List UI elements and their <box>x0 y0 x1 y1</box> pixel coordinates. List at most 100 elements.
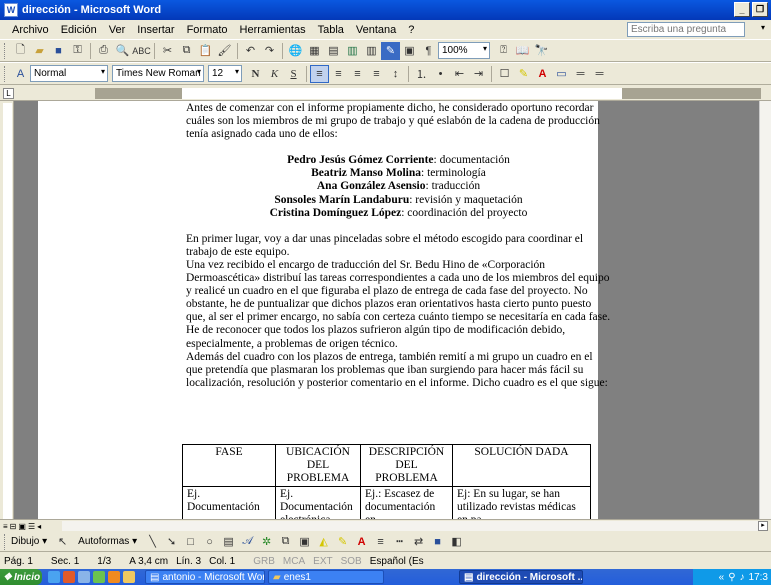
columns-icon[interactable]: ▥ <box>362 42 381 60</box>
vertical-ruler[interactable] <box>0 101 14 519</box>
word-app-icon[interactable]: W <box>4 3 18 17</box>
status-ext[interactable]: EXT <box>313 556 332 567</box>
increase-indent-icon[interactable]: ⇥ <box>469 65 488 83</box>
problems-table[interactable]: FASE UBICACIÓN DEL PROBLEMA DESCRIPCIÓN … <box>182 444 591 519</box>
arrow-tool-icon[interactable]: ➘ <box>162 533 181 551</box>
3d-icon[interactable]: ◧ <box>447 533 466 551</box>
justify-icon[interactable]: ≡ <box>367 65 386 83</box>
restore-button[interactable]: ❐ <box>752 2 768 17</box>
style-select[interactable]: Normal ▾ <box>30 65 108 82</box>
network-icon[interactable]: ⚲ <box>728 572 735 583</box>
read-icon[interactable]: 📖 <box>513 42 532 60</box>
find-icon[interactable]: 🔭 <box>532 42 551 60</box>
clock[interactable]: 17:3 <box>749 572 768 583</box>
volume-icon[interactable]: ♪ <box>740 572 745 583</box>
double-line-icon[interactable]: ═ <box>571 65 590 83</box>
web-view-icon[interactable]: ⊟ <box>10 522 17 531</box>
draw-font-color-icon[interactable]: A <box>352 533 371 551</box>
minimize-button[interactable]: _ <box>734 2 750 17</box>
member-line[interactable]: Cristina Domínguez López: coordinación d… <box>186 207 611 220</box>
problems-paragraph[interactable]: Además del cuadro con los plazos de entr… <box>186 351 611 390</box>
decrease-indent-icon[interactable]: ⇤ <box>450 65 469 83</box>
method-paragraph[interactable]: En primer lugar, voy a dar unas pincelad… <box>186 233 611 259</box>
align-left-icon[interactable]: ≡ <box>310 64 329 83</box>
menu-tabla[interactable]: Tabla <box>312 24 350 36</box>
bullets-icon[interactable]: • <box>431 65 450 83</box>
task-antonio-word[interactable]: ▤ antonio - Microsoft Word <box>145 570 265 584</box>
redo-icon[interactable]: ↷ <box>260 42 279 60</box>
line-tool-icon[interactable]: ╲ <box>143 533 162 551</box>
line-spacing-icon[interactable]: ↕ <box>386 65 405 83</box>
scroll-right-icon[interactable]: ▸ <box>758 521 768 531</box>
diagram-icon[interactable]: ✲ <box>257 533 276 551</box>
rectangle-tool-icon[interactable]: □ <box>181 533 200 551</box>
italic-button[interactable]: K <box>265 65 284 83</box>
table-header[interactable]: SOLUCIÓN DADA <box>452 444 591 487</box>
picture-icon[interactable]: ▣ <box>295 533 314 551</box>
font-size-select[interactable]: 12 ▾ <box>208 65 242 82</box>
document-page[interactable]: Antes de comenzar con el informe propiam… <box>38 101 610 519</box>
document-area[interactable]: Antes de comenzar con el informe propiam… <box>14 101 759 519</box>
help-icon[interactable]: ⍰ <box>494 42 513 60</box>
style-dropdown-icon[interactable]: ▾ <box>101 67 105 76</box>
show-hide-icon[interactable]: ¶ <box>419 42 438 60</box>
task-direccion-word[interactable]: ▤ dirección - Microsoft ... <box>459 570 583 584</box>
ask-question-dropdown-icon[interactable]: ▾ <box>761 23 765 32</box>
paste-icon[interactable]: 📋 <box>196 42 215 60</box>
open-folder-icon[interactable]: ▰ <box>30 42 49 60</box>
format-painter-icon[interactable]: 🖌 <box>215 42 234 60</box>
menu-ventana[interactable]: Ventana <box>350 24 402 36</box>
tables-borders-icon[interactable]: ▦ <box>305 42 324 60</box>
document-text[interactable]: Antes de comenzar con el informe propiam… <box>186 101 611 390</box>
document-map-icon[interactable]: ▣ <box>400 42 419 60</box>
scroll-left-icon[interactable]: ◂ <box>37 522 41 531</box>
media-icon[interactable] <box>63 571 75 583</box>
menu-edicion[interactable]: Edición <box>55 24 103 36</box>
textbox-icon[interactable]: ▤ <box>219 533 238 551</box>
horizontal-scrollbar[interactable] <box>62 521 759 531</box>
ie-icon[interactable] <box>48 571 60 583</box>
status-language[interactable]: Español (Es <box>370 556 424 567</box>
drawing-icon[interactable]: ✎ <box>381 41 400 60</box>
cut-icon[interactable]: ✂ <box>158 42 177 60</box>
underline-button[interactable]: S <box>284 65 303 83</box>
shadow-icon[interactable]: ■ <box>428 533 447 551</box>
outline-view-icon[interactable]: ☰ <box>28 522 35 531</box>
table-row[interactable]: Ej. Documentación Ej. Documentación elec… <box>182 486 591 519</box>
line-style-icon[interactable]: ≡ <box>371 533 390 551</box>
status-ovr[interactable]: SOB <box>341 556 362 567</box>
zoom-dropdown-icon[interactable]: ▾ <box>483 44 487 53</box>
menu-insertar[interactable]: Insertar <box>131 24 180 36</box>
autoshapes-menu[interactable]: Autoformas ▾ <box>78 536 137 547</box>
draw-menu[interactable]: Dibujo ▾ <box>11 536 47 547</box>
tray-expand-icon[interactable]: « <box>719 572 725 583</box>
menu-herramientas[interactable]: Herramientas <box>234 24 312 36</box>
dash-style-icon[interactable]: ┅ <box>390 533 409 551</box>
fill-color-icon[interactable]: ◭ <box>314 533 333 551</box>
clipart-icon[interactable]: ⧉ <box>276 533 295 551</box>
table-header[interactable]: DESCRIPCIÓN DEL PROBLEMA <box>360 444 453 487</box>
vertical-scrollbar[interactable] <box>759 101 771 519</box>
horizontal-ruler[interactable]: L <box>0 86 771 101</box>
task-enes1[interactable]: ▰ enes1 <box>268 570 384 584</box>
member-line[interactable]: Sonsoles Marín Landaburu: revisión y maq… <box>186 194 611 207</box>
member-line[interactable]: Beatriz Manso Molina: terminología <box>186 167 611 180</box>
status-rec[interactable]: GRB <box>253 556 275 567</box>
highlight-icon[interactable]: ✎ <box>514 65 533 83</box>
menu-ver[interactable]: Ver <box>103 24 132 36</box>
size-dropdown-icon[interactable]: ▾ <box>235 67 239 76</box>
hyperlink-icon[interactable]: 🌐 <box>286 42 305 60</box>
oval-tool-icon[interactable]: ○ <box>200 533 219 551</box>
save-icon[interactable]: ■ <box>49 42 68 60</box>
table-header[interactable]: UBICACIÓN DEL PROBLEMA <box>275 444 361 487</box>
font-select[interactable]: Times New Roman ▾ <box>112 65 204 82</box>
font-color-icon[interactable]: A <box>533 65 552 83</box>
menu-help[interactable]: ? <box>402 24 420 36</box>
firefox-icon[interactable] <box>108 571 120 583</box>
permission-icon[interactable]: ⚿ <box>68 42 87 60</box>
table-cell[interactable]: Ej. Documentación <box>182 486 276 519</box>
numbering-icon[interactable]: ⒈ <box>412 65 431 83</box>
undo-icon[interactable]: ↶ <box>241 42 260 60</box>
ask-question-box[interactable]: Escriba una pregunta <box>627 22 745 37</box>
print-layout-icon[interactable]: ▣ <box>18 522 26 531</box>
